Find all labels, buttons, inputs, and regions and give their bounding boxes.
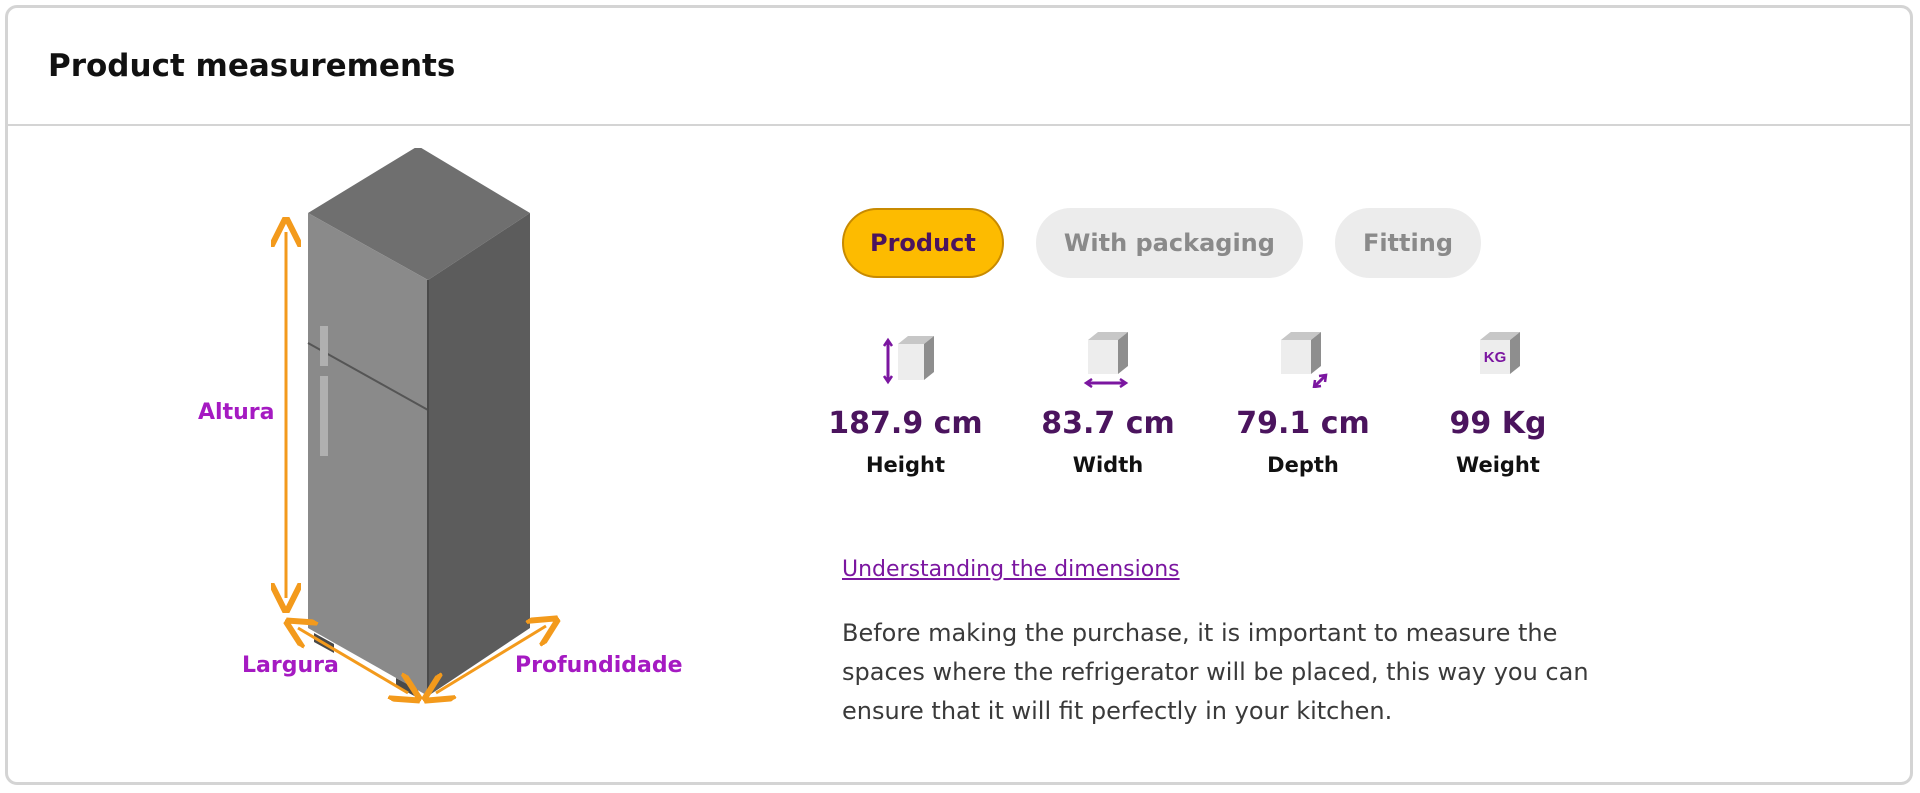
card-header: Product measurements	[8, 8, 1910, 126]
fridge-handle-top	[320, 326, 328, 366]
tab-with-packaging[interactable]: With packaging	[1035, 208, 1303, 278]
metric-weight: KG 99 Kg Weight	[1373, 328, 1623, 477]
measurement-tabs: Product With packaging Fitting	[842, 208, 1481, 278]
height-label: Altura	[198, 400, 275, 425]
width-label: Largura	[242, 653, 339, 678]
weight-box-icon: KG	[1480, 332, 1520, 374]
measurement-metrics: 187.9 cm Height 83.7 cm Width 79.1 cm De…	[828, 328, 1623, 477]
depth-value: 79.1 cm	[1236, 406, 1370, 441]
refrigerator-drawing	[168, 146, 688, 708]
metric-height: 187.9 cm Height	[828, 328, 983, 477]
understanding-dimensions-link[interactable]: Understanding the dimensions	[842, 557, 1180, 582]
width-value: 83.7 cm	[1041, 406, 1175, 441]
fridge-side	[428, 213, 530, 696]
refrigerator-illustration: Altura Largura Profundidade	[168, 146, 688, 708]
metric-depth: 79.1 cm Depth	[1233, 328, 1373, 477]
fridge-handle-bottom	[320, 376, 328, 456]
product-measurements-card: Product measurements Altura Largura Prof…	[5, 5, 1913, 785]
metric-width: 83.7 cm Width	[983, 328, 1233, 477]
tab-fitting[interactable]: Fitting	[1334, 208, 1481, 278]
weight-metric-label: Weight	[1456, 453, 1540, 477]
page-title: Product measurements	[48, 48, 456, 84]
width-metric-label: Width	[1072, 453, 1144, 477]
kg-icon-text: KG	[1484, 349, 1507, 366]
measurement-description: Before making the purchase, it is import…	[842, 619, 1589, 725]
tab-product[interactable]: Product	[842, 208, 1004, 278]
height-value: 187.9 cm	[828, 406, 983, 441]
depth-label: Profundidade	[515, 653, 683, 678]
weight-value: 99 Kg	[1449, 406, 1547, 441]
depth-metric-label: Depth	[1267, 453, 1339, 477]
width-box-icon	[1083, 332, 1129, 388]
height-metric-label: Height	[865, 453, 946, 477]
height-box-icon	[882, 336, 934, 385]
depth-box-icon	[1281, 332, 1328, 388]
